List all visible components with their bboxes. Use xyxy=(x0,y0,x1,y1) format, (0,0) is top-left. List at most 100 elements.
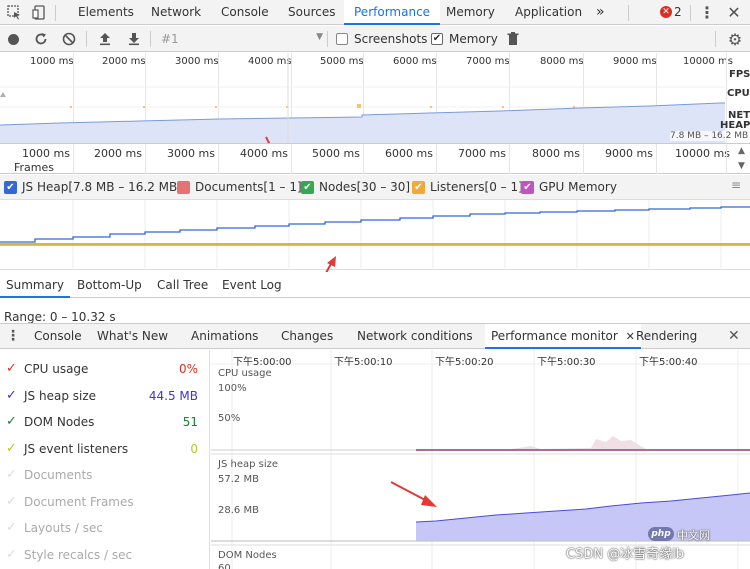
record-icon[interactable] xyxy=(4,30,22,48)
metric-layouts-per-sec[interactable]: ✓ Layouts / sec xyxy=(0,516,210,542)
tab-console[interactable]: Console xyxy=(221,0,269,25)
metric-document-frames[interactable]: ✓ Document Frames xyxy=(0,490,210,516)
check-icon[interactable]: ✓ xyxy=(6,415,20,429)
settings-gear-icon[interactable]: ⚙ xyxy=(724,30,746,49)
close-devtools-icon[interactable]: ✕ xyxy=(725,3,743,22)
annotation-arrow-icon xyxy=(390,481,437,507)
legend-js-heap[interactable]: ✔ JS Heap[7.8 MB – 16.2 MB] xyxy=(4,180,182,194)
metric-name: Style recalcs / sec xyxy=(24,548,133,562)
kebab-menu-icon[interactable]: ⋮ xyxy=(6,328,20,344)
legend-nodes[interactable]: ✔ Nodes[30 – 30] xyxy=(301,180,410,194)
metric-dom-nodes[interactable]: ✓ DOM Nodes 51 xyxy=(0,410,210,436)
js-heap-checkbox[interactable]: ✔ xyxy=(4,180,17,194)
grid-line xyxy=(363,144,364,174)
metric-name: JS event listeners xyxy=(24,442,129,456)
cpu-50-label: 50% xyxy=(218,413,241,424)
legend-listeners[interactable]: ✔ Listeners[0 – 1] xyxy=(412,180,523,194)
drawer-tab-console[interactable]: Console xyxy=(34,324,82,349)
tab-call-tree[interactable]: Call Tree xyxy=(157,272,208,298)
ruler-tick-label: 2000 ms xyxy=(94,147,142,160)
metric-style-recalcs-per-sec[interactable]: ✓ Style recalcs / sec xyxy=(0,543,210,569)
grid-line xyxy=(509,144,510,174)
metric-name: JS heap size xyxy=(24,389,97,403)
scroll-down-icon[interactable]: ▼ xyxy=(738,161,745,171)
documents-checkbox[interactable] xyxy=(177,180,190,194)
device-toolbar-icon[interactable] xyxy=(30,3,48,21)
reload-record-icon[interactable] xyxy=(32,30,50,48)
heap-area xyxy=(0,103,725,143)
cpu-mark xyxy=(430,106,432,108)
tab-memory[interactable]: Memory xyxy=(446,0,495,25)
listeners-checkbox[interactable]: ✔ xyxy=(412,180,425,194)
ruler-tick-label: 5000 ms xyxy=(312,147,360,160)
drawer-tab-performance-monitor[interactable]: Performance monitor ✕ xyxy=(485,324,641,349)
drawer-tab-bar: ⋮ Console What's New Animations Changes … xyxy=(0,323,750,349)
check-icon[interactable]: ✓ xyxy=(6,521,20,535)
metric-documents[interactable]: ✓ Documents xyxy=(0,463,210,489)
cpu-mark xyxy=(143,106,145,108)
check-icon[interactable]: ✓ xyxy=(6,495,20,509)
drawer-tab-changes[interactable]: Changes xyxy=(281,324,333,349)
js-heap-line xyxy=(0,206,750,243)
drawer-tab-whats-new[interactable]: What's New xyxy=(97,324,168,349)
tab-bottom-up[interactable]: Bottom-Up xyxy=(77,272,142,298)
memory-counters-chart xyxy=(0,200,750,283)
download-icon[interactable] xyxy=(125,30,143,48)
tab-application[interactable]: Application xyxy=(515,0,582,25)
screenshots-checkbox[interactable] xyxy=(336,33,348,45)
drag-handle-icon[interactable]: ≡ xyxy=(731,178,741,192)
tab-sources[interactable]: Sources xyxy=(288,0,335,25)
tab-elements[interactable]: Elements xyxy=(78,0,134,25)
tab-summary[interactable]: Summary xyxy=(0,272,70,298)
trash-icon[interactable] xyxy=(505,30,521,48)
close-drawer-icon[interactable]: ✕ xyxy=(728,328,740,344)
timeline-overview[interactable]: 1000 ms 2000 ms 3000 ms 4000 ms 5000 ms 6000 … xyxy=(0,53,750,144)
metric-js-heap-size[interactable]: ✓ JS heap size 44.5 MB xyxy=(0,384,210,410)
drawer-tab-network-conditions[interactable]: Network conditions xyxy=(357,324,473,349)
check-icon[interactable]: ✓ xyxy=(6,548,20,562)
check-icon[interactable]: ✓ xyxy=(6,442,20,456)
timestamp-label: 下午5:00:40 xyxy=(639,357,698,368)
upload-icon[interactable] xyxy=(96,30,114,48)
legend-gpu-memory[interactable]: ✔ GPU Memory xyxy=(521,180,617,194)
tab-event-log[interactable]: Event Log xyxy=(222,272,282,298)
more-tabs-button[interactable]: » xyxy=(596,0,605,25)
grid-line xyxy=(218,144,219,174)
heap-max-label: 57.2 MB xyxy=(218,474,259,485)
grid-line xyxy=(583,144,584,174)
kebab-menu-icon[interactable]: ⋮ xyxy=(698,3,716,22)
ruler-tick-label: 4000 ms xyxy=(240,147,288,160)
grid-line xyxy=(145,144,146,174)
legend-label: Documents[1 – 1] xyxy=(195,180,302,194)
drawer-tab-animations[interactable]: Animations xyxy=(191,324,258,349)
heap-graph-label: JS heap size xyxy=(218,459,279,470)
memory-checkbox[interactable]: ✔ xyxy=(431,33,443,45)
counters-graph xyxy=(0,200,750,270)
error-count[interactable]: 2 xyxy=(674,5,682,19)
close-tab-icon[interactable]: ✕ xyxy=(626,330,635,343)
tab-performance[interactable]: Performance xyxy=(344,0,441,25)
check-icon[interactable]: ✓ xyxy=(6,468,20,482)
legend-documents[interactable]: Documents[1 – 1] xyxy=(177,180,302,194)
drawer-tab-rendering[interactable]: Rendering xyxy=(636,324,697,349)
metric-cpu-usage[interactable]: ✓ CPU usage 0% xyxy=(0,357,210,383)
check-icon[interactable]: ✓ xyxy=(6,389,20,403)
separator xyxy=(690,5,691,21)
cpu-100-label: 100% xyxy=(218,383,247,394)
nodes-checkbox[interactable]: ✔ xyxy=(301,180,314,194)
clear-icon[interactable] xyxy=(60,30,78,48)
legend-label: Listeners[0 – 1] xyxy=(430,180,523,194)
drawer-tab-label: Performance monitor xyxy=(491,329,618,343)
profile-select[interactable]: #1 ▼ xyxy=(157,30,325,48)
metric-js-event-listeners[interactable]: ✓ JS event listeners 0 xyxy=(0,437,210,463)
check-icon[interactable]: ✓ xyxy=(6,362,20,376)
scroll-up-icon[interactable]: ▲ xyxy=(738,146,745,156)
ruler-tick-label: 1000 ms xyxy=(22,147,70,160)
error-icon[interactable]: ✕ xyxy=(660,6,672,18)
timestamp-label: 下午5:00:30 xyxy=(537,357,596,368)
inspect-element-icon[interactable] xyxy=(5,3,23,21)
gpu-memory-checkbox[interactable]: ✔ xyxy=(521,180,534,194)
legend-label: JS Heap[7.8 MB – 16.2 MB] xyxy=(22,180,182,194)
tab-network[interactable]: Network xyxy=(151,0,201,25)
heap-mid-label: 28.6 MB xyxy=(218,505,259,516)
